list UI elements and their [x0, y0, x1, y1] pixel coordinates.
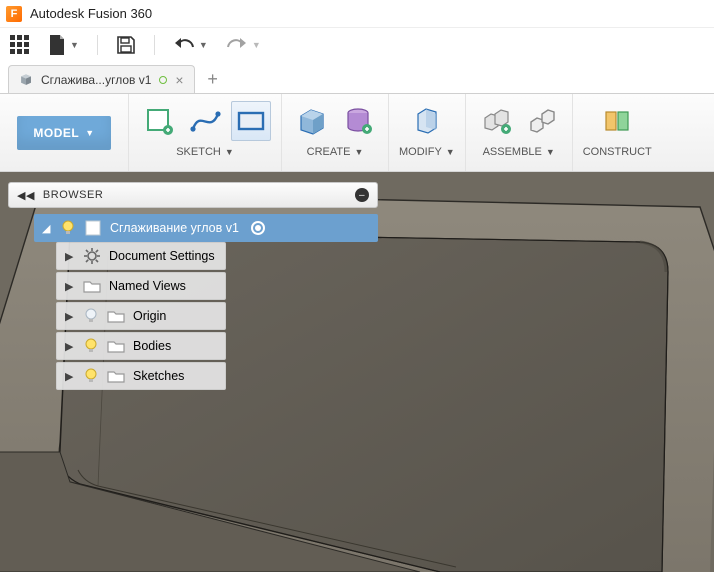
workspace-switcher[interactable]: MODEL ▼ [0, 94, 128, 171]
ribbon-group-label[interactable]: MODIFY▼ [399, 146, 455, 158]
rectangle-icon[interactable] [231, 101, 271, 141]
tree-item-label: Sketches [133, 369, 184, 383]
spline-icon[interactable] [185, 101, 225, 141]
titlebar: F Autodesk Fusion 360 [0, 0, 714, 28]
lightbulb-icon[interactable] [83, 368, 99, 384]
folder-icon [83, 279, 101, 293]
expand-arrow-icon[interactable]: ▶ [65, 370, 75, 383]
lightbulb-icon[interactable] [83, 338, 99, 354]
component-icon [84, 219, 102, 237]
lightbulb-off-icon[interactable] [83, 308, 99, 324]
new-tab-button[interactable]: + [199, 65, 227, 93]
document-tab[interactable]: Сглажива...углов v1 × [8, 65, 195, 93]
cube-icon [19, 73, 33, 87]
ribbon-group-label[interactable]: CREATE▼ [307, 146, 364, 158]
workspace-button[interactable]: MODEL ▼ [17, 116, 110, 150]
chevron-down-icon: ▼ [225, 147, 234, 157]
ribbon-group-label[interactable]: ASSEMBLE▼ [483, 146, 555, 158]
document-tab-label: Сглажива...углов v1 [41, 73, 151, 87]
tree-item-origin[interactable]: ▶ Origin [56, 302, 226, 330]
browser-tree: ◢ Сглаживание углов v1 ▶ Document Settin… [8, 208, 378, 396]
lightbulb-icon[interactable] [60, 220, 76, 236]
expand-arrow-icon[interactable]: ▶ [65, 250, 75, 263]
minimize-icon[interactable]: – [355, 188, 369, 202]
tree-item-sketches[interactable]: ▶ Sketches [56, 362, 226, 390]
folder-icon [107, 369, 125, 383]
document-tab-bar: Сглажива...углов v1 × + [0, 62, 714, 94]
expand-arrow-icon[interactable]: ▶ [65, 280, 75, 293]
expand-arrow-icon[interactable]: ▶ [65, 310, 75, 323]
chevron-down-icon: ▼ [85, 128, 94, 138]
close-tab-icon[interactable]: × [175, 73, 183, 87]
separator [154, 35, 155, 55]
unsaved-indicator-icon [159, 76, 167, 84]
joint-icon[interactable] [522, 101, 562, 141]
ribbon-group-modify: MODIFY▼ [388, 94, 465, 171]
viewport-3d[interactable]: ◀◀ BROWSER – ◢ Сглаживание углов v1 ▶ Do… [0, 172, 714, 572]
tree-item-label: Document Settings [109, 249, 215, 263]
tree-item-bodies[interactable]: ▶ Bodies [56, 332, 226, 360]
tree-item-label: Origin [133, 309, 166, 323]
app-title: Autodesk Fusion 360 [30, 6, 152, 21]
undo-icon[interactable]: ▼ [173, 37, 208, 53]
gear-icon [83, 247, 101, 265]
cylinder-icon[interactable] [338, 101, 378, 141]
box-icon[interactable] [292, 101, 332, 141]
browser-title: BROWSER [43, 189, 103, 201]
press-pull-icon[interactable] [407, 101, 447, 141]
app-logo-icon: F [6, 6, 22, 22]
quick-access-toolbar: ▼ ▼ ▼ [0, 28, 714, 62]
collapse-left-icon[interactable]: ◀◀ [17, 189, 35, 202]
separator [97, 35, 98, 55]
construct-plane-icon[interactable] [597, 101, 637, 141]
ribbon-group-construct: CONSTRUCT [572, 94, 662, 171]
tree-root-label: Сглаживание углов v1 [110, 221, 239, 235]
tree-item-named-views[interactable]: ▶ Named Views [56, 272, 226, 300]
new-component-icon[interactable] [476, 101, 516, 141]
browser-panel: ◀◀ BROWSER – ◢ Сглаживание углов v1 ▶ Do… [8, 182, 378, 396]
apps-grid-icon[interactable] [10, 35, 30, 55]
chevron-down-icon: ▼ [446, 147, 455, 157]
expand-arrow-icon[interactable]: ▶ [65, 340, 75, 353]
ribbon-group-assemble: ASSEMBLE▼ [465, 94, 572, 171]
chevron-down-icon: ▼ [546, 147, 555, 157]
tree-root[interactable]: ◢ Сглаживание углов v1 [34, 214, 378, 242]
chevron-down-icon: ▼ [354, 147, 363, 157]
create-sketch-icon[interactable] [139, 101, 179, 141]
ribbon-group-label[interactable]: CONSTRUCT [583, 146, 652, 158]
tree-item-document-settings[interactable]: ▶ Document Settings [56, 242, 226, 270]
folder-icon [107, 309, 125, 323]
browser-header[interactable]: ◀◀ BROWSER – [8, 182, 378, 208]
ribbon: MODEL ▼ SKETCH▼ CREATE▼ [0, 94, 714, 172]
tree-item-label: Bodies [133, 339, 171, 353]
ribbon-group-create: CREATE▼ [281, 94, 388, 171]
folder-icon [107, 339, 125, 353]
ribbon-group-label[interactable]: SKETCH▼ [176, 146, 234, 158]
file-menu-icon[interactable]: ▼ [48, 35, 79, 55]
tree-item-label: Named Views [109, 279, 186, 293]
expand-arrow-icon[interactable]: ◢ [42, 222, 52, 235]
workspace-label: MODEL [33, 126, 79, 140]
save-icon[interactable] [116, 35, 136, 55]
ribbon-group-sketch: SKETCH▼ [128, 94, 281, 171]
redo-icon[interactable]: ▼ [226, 37, 261, 53]
active-component-icon[interactable] [251, 221, 265, 235]
